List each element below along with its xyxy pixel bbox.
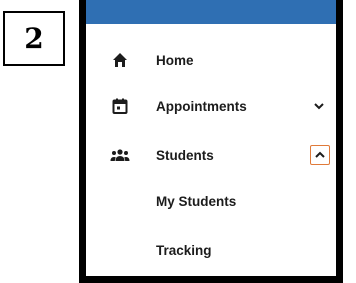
chevron-down-icon[interactable]: [310, 97, 328, 115]
menu-item-label: Home: [156, 52, 194, 68]
menu-item-label: Appointments: [156, 98, 247, 114]
submenu-item-my-students[interactable]: My Students: [86, 179, 336, 223]
submenu-item-tracking[interactable]: Tracking: [86, 228, 336, 272]
menu-item-label: Tracking: [156, 242, 212, 258]
menu-item-students[interactable]: Students: [86, 133, 336, 177]
menu-item-label: Students: [156, 147, 214, 163]
menu-item-home[interactable]: Home: [86, 38, 336, 82]
menu-item-appointments[interactable]: Appointments: [86, 84, 336, 128]
calendar-icon: [110, 96, 130, 116]
people-icon: [110, 145, 130, 165]
chevron-up-icon[interactable]: [310, 145, 330, 165]
navigation-menu: Home Appointments Students My Students T…: [79, 0, 343, 283]
menu-top-bar: [86, 0, 336, 24]
menu-item-label: My Students: [156, 193, 237, 209]
home-icon: [110, 50, 130, 70]
step-number-badge: 2: [3, 11, 65, 66]
